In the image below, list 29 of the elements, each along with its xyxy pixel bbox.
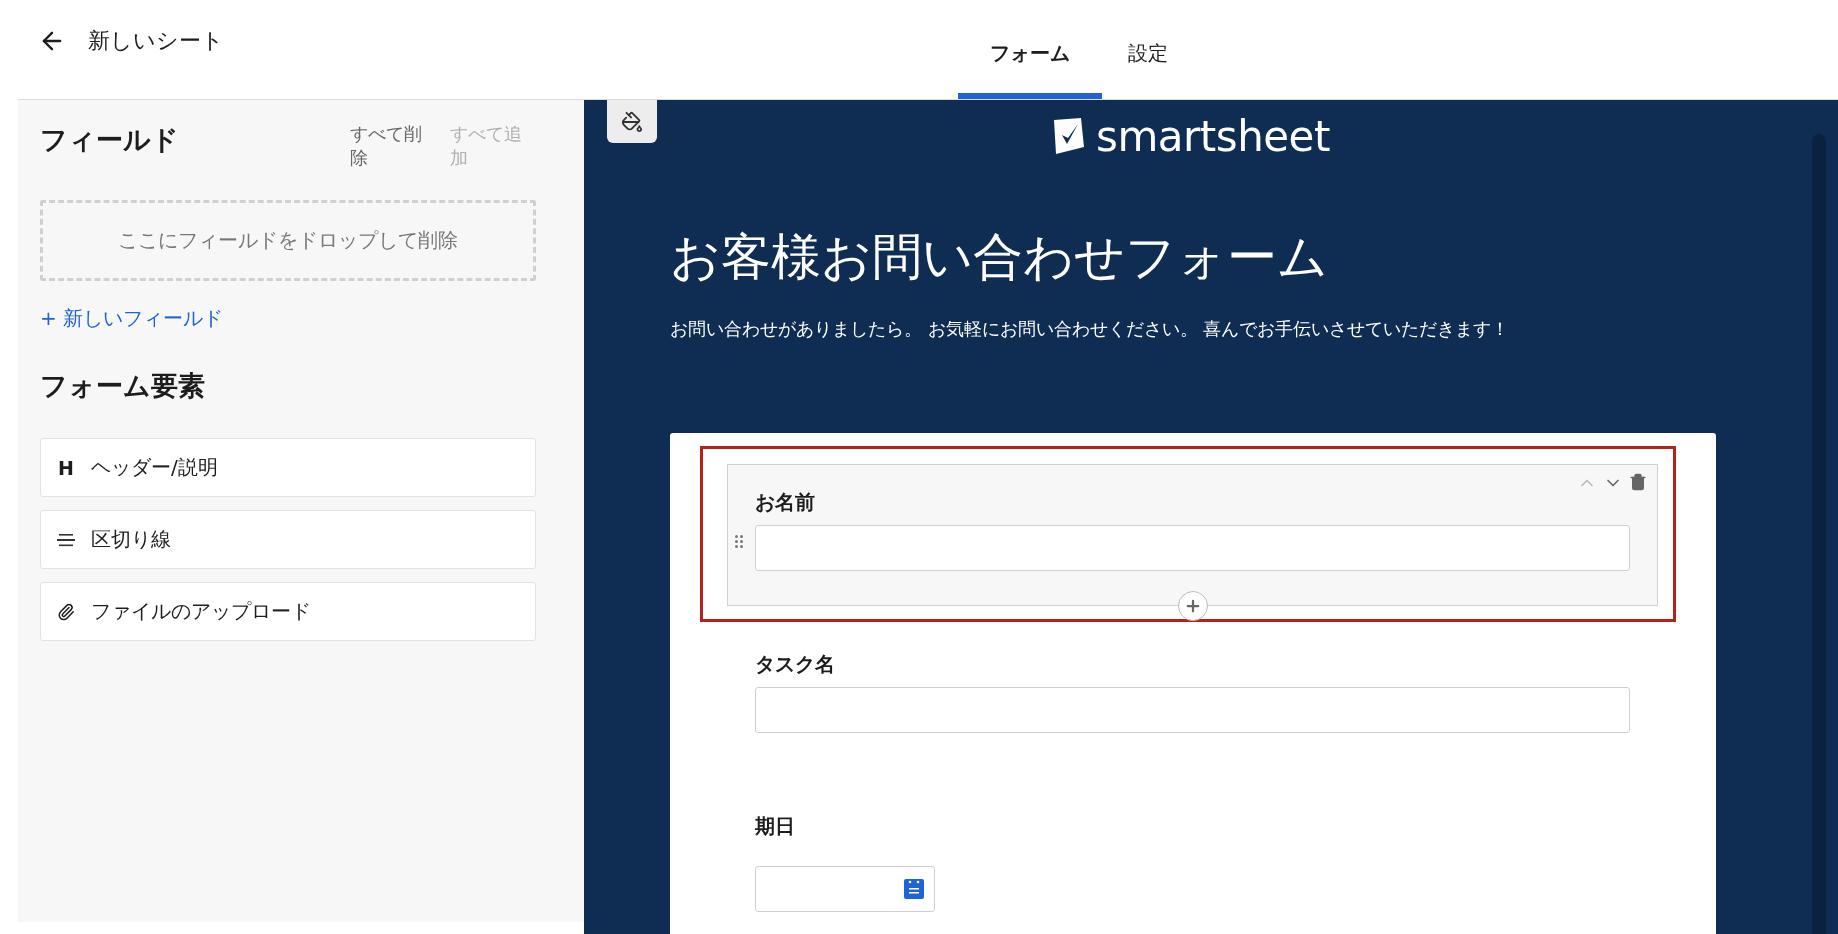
bulk-action-link[interactable]: すべて削除 <box>350 122 432 170</box>
form-element-item[interactable]: ファイルのアップロード <box>40 582 536 641</box>
form-element-item[interactable]: H ヘッダー/説明 <box>40 438 536 497</box>
drop-zone[interactable]: ここにフィールドをドロップして削除 <box>40 200 536 281</box>
divider-lines-icon <box>57 532 75 547</box>
field-label: お名前 <box>755 490 816 514</box>
field-label: タスク名 <box>755 652 836 676</box>
selected-field-outline[interactable]: お名前 <box>700 446 1676 622</box>
logo-wordmark: smartsheet <box>1096 111 1330 161</box>
trash-icon[interactable] <box>1629 473 1647 493</box>
form-element-item[interactable]: 区切り線 <box>40 510 536 569</box>
calendar-icon <box>904 879 924 899</box>
sheet-title: 新しいシート <box>88 27 224 55</box>
field-label: 期日 <box>755 814 796 838</box>
heading-icon: H <box>57 456 75 479</box>
date-field[interactable] <box>755 866 935 912</box>
tab[interactable]: 設定 <box>1102 1 1194 99</box>
form-description: お問い合わせがありましたら。 お気軽にお問い合わせください。 喜んでお手伝いさせていただきます！ <box>670 317 1511 341</box>
form-title: お客様お問い合わせフォーム <box>670 227 1329 288</box>
section-heading: フォーム要素 <box>40 369 206 403</box>
text-input-field[interactable] <box>755 525 1630 571</box>
check-flag-icon <box>1054 118 1084 154</box>
paint-bucket-icon[interactable] <box>607 100 657 143</box>
text-input-field[interactable] <box>755 687 1630 733</box>
drag-handle-icon[interactable] <box>735 535 743 548</box>
section-heading: フィールド <box>40 123 179 157</box>
add-field-button[interactable] <box>1177 591 1208 621</box>
paperclip-icon <box>57 602 75 621</box>
new-field-link[interactable]: + 新しいフィールド <box>40 305 224 332</box>
